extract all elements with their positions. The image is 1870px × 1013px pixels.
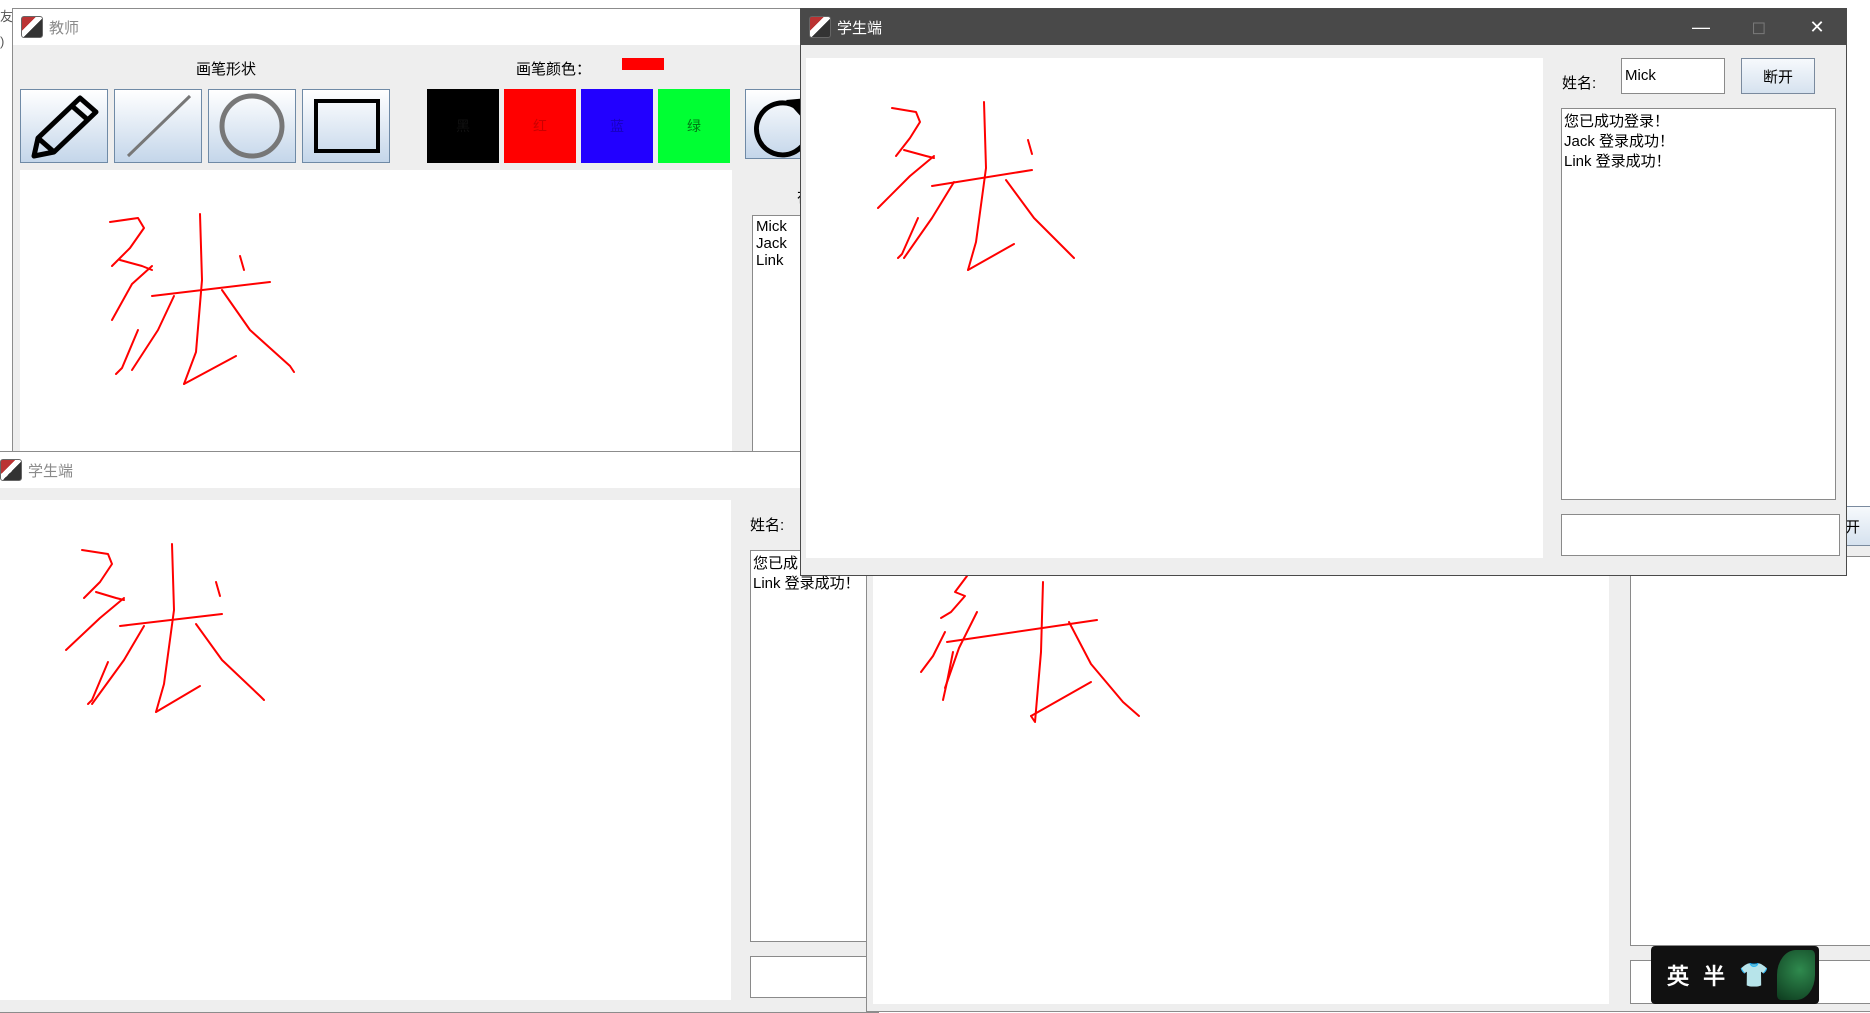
color-black-label: 黑 xyxy=(456,118,470,134)
student-third-log xyxy=(1630,556,1870,946)
brush-color-label: 画笔颜色： xyxy=(516,61,592,78)
student-back-title: 学生端 xyxy=(28,462,74,480)
teacher-drawing-canvas[interactable] xyxy=(20,170,732,452)
line-icon xyxy=(126,94,192,158)
disconnect-label: 断开 xyxy=(1762,68,1793,86)
student-back-canvas[interactable] xyxy=(0,500,731,1000)
color-black-button[interactable]: 黑 xyxy=(427,89,499,163)
brush-shape-label: 画笔形状 xyxy=(196,61,257,78)
student-back-name-label: 姓名: xyxy=(750,517,785,534)
zhang-drawing xyxy=(877,101,1075,271)
zhang-drawing xyxy=(65,543,265,713)
maximize-icon: ◻ xyxy=(1751,16,1767,37)
current-color-swatch xyxy=(622,58,664,70)
pencil-icon xyxy=(31,95,99,159)
rotate-icon xyxy=(754,98,804,158)
maximize-button[interactable]: ◻ xyxy=(1730,4,1788,50)
log-line: Link 登录成功！ xyxy=(1564,153,1671,170)
teacher-window-title: 教师 xyxy=(49,19,80,37)
student-front-titlebar[interactable]: 学生端 — ◻ ✕ xyxy=(801,9,1846,45)
leaf-icon xyxy=(1777,950,1815,1000)
undo-button[interactable] xyxy=(745,89,805,159)
zhang-drawing xyxy=(920,575,1140,723)
name-input-value: Mick xyxy=(1625,67,1656,84)
line-tool-button[interactable] xyxy=(114,89,202,163)
close-button[interactable]: ✕ xyxy=(1788,4,1846,50)
minimize-button[interactable]: — xyxy=(1672,4,1730,50)
color-green-label: 绿 xyxy=(687,118,701,134)
close-icon: ✕ xyxy=(1809,16,1825,37)
log-line: Link 登录成功！ xyxy=(753,575,860,592)
minimize-icon: — xyxy=(1692,16,1710,37)
student-front-message-input[interactable] xyxy=(1561,514,1840,556)
color-red-button[interactable]: 红 xyxy=(504,89,576,163)
student-back-log: 您已成 Link 登录成功！ xyxy=(750,550,870,942)
student-back-titlebar[interactable]: 学生端 xyxy=(0,452,878,488)
tshirt-icon: 👕 xyxy=(1739,961,1774,989)
disconnect-button[interactable]: 断开 xyxy=(1741,58,1815,94)
badge-text: 英 半 xyxy=(1667,964,1730,989)
student-front-name-label: 姓名: xyxy=(1562,75,1597,92)
color-blue-button[interactable]: 蓝 xyxy=(581,89,653,163)
color-blue-label: 蓝 xyxy=(610,118,624,134)
java-app-icon xyxy=(809,16,831,38)
zhang-drawing xyxy=(109,213,295,385)
input-method-badge[interactable]: 英 半 👕 xyxy=(1651,946,1819,1004)
student-front-log: 您已成功登录！ Jack 登录成功！ Link 登录成功！ xyxy=(1561,108,1836,500)
java-app-icon xyxy=(21,16,43,38)
color-green-button[interactable]: 绿 xyxy=(658,89,730,163)
rectangle-icon xyxy=(314,99,380,153)
student-front-title: 学生端 xyxy=(837,19,883,37)
desktop-edge-text-2: ) xyxy=(0,34,5,49)
student-third-canvas[interactable] xyxy=(873,572,1609,1004)
rectangle-tool-button[interactable] xyxy=(302,89,390,163)
log-line: Jack 登录成功！ xyxy=(1564,133,1675,150)
student-front-name-input[interactable]: Mick xyxy=(1621,58,1725,94)
circle-tool-button[interactable] xyxy=(208,89,296,163)
student-front-canvas[interactable] xyxy=(806,58,1543,558)
pencil-tool-button[interactable] xyxy=(20,89,108,163)
partial-button-label: 开 xyxy=(1845,518,1861,536)
circle-icon xyxy=(219,93,285,159)
color-red-label: 红 xyxy=(533,118,547,134)
log-line: 您已成功登录！ xyxy=(1564,113,1670,130)
java-app-icon xyxy=(0,459,22,481)
student-back-message-input[interactable] xyxy=(750,956,870,998)
